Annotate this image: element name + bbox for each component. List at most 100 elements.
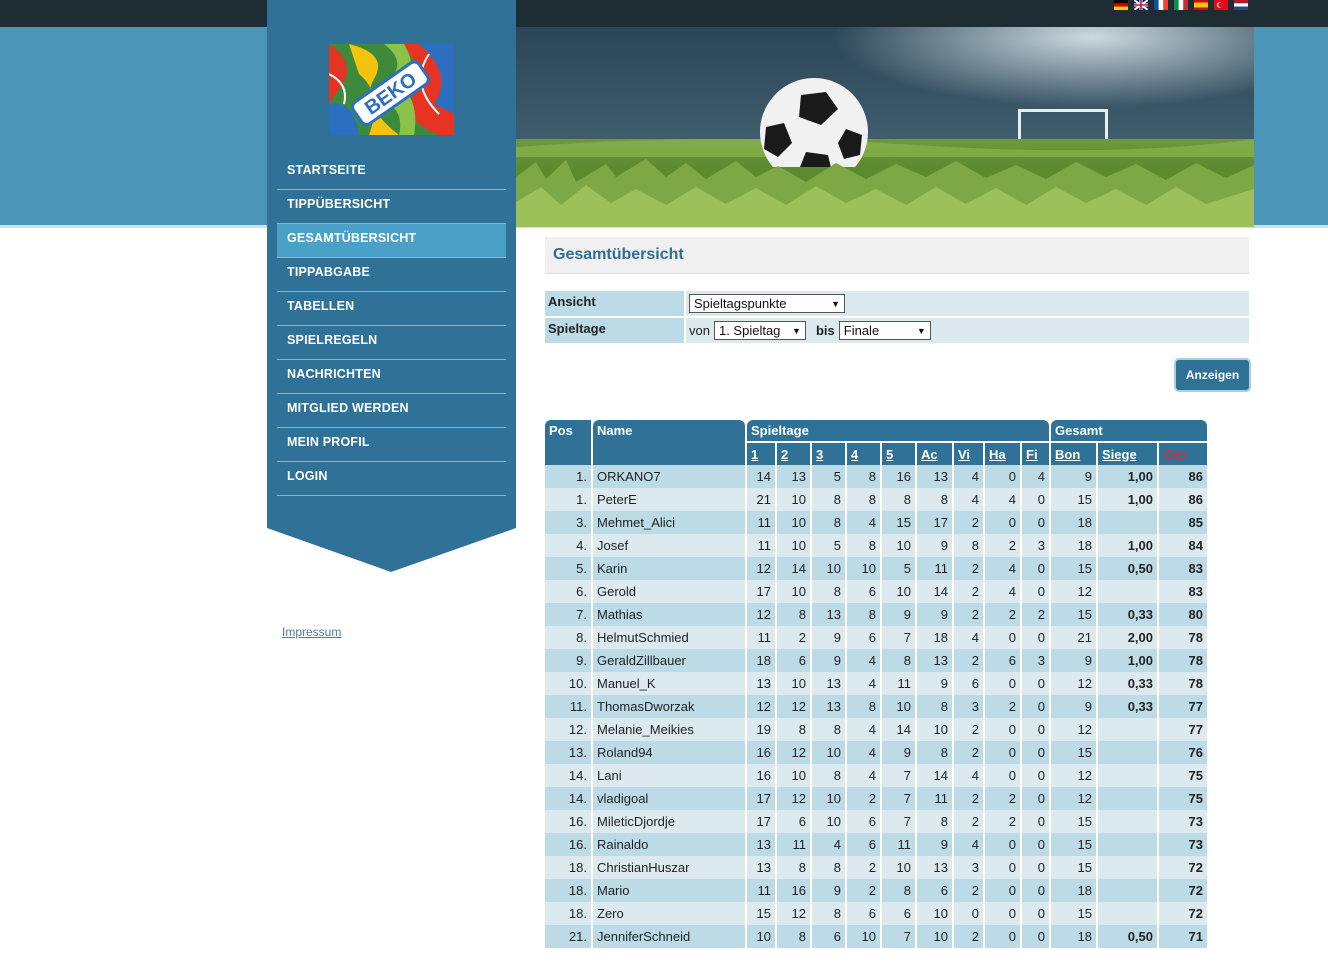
column-header-siege[interactable]: Siege [1098, 441, 1157, 465]
name-cell: Mathias [593, 603, 745, 626]
siege-cell: 0,33 [1098, 695, 1157, 718]
column-header-4[interactable]: 4 [847, 441, 880, 465]
turkish-flag-icon[interactable] [1214, 0, 1228, 10]
name-cell: Lani [593, 764, 745, 787]
column-header-fi[interactable]: Fi [1022, 441, 1049, 465]
matchday-points-cell: 0 [1022, 833, 1049, 856]
nav-item-mein-profil[interactable]: MEIN PROFIL [277, 428, 506, 462]
matchday-points-cell: 0 [985, 626, 1020, 649]
pos-header[interactable]: Pos [545, 420, 591, 465]
name-cell: Mehmet_Alici [593, 511, 745, 534]
matchday-points-cell: 8 [954, 534, 983, 557]
matchday-points-cell: 8 [847, 695, 880, 718]
french-flag-icon[interactable] [1154, 0, 1168, 10]
matchday-points-cell: 0 [985, 741, 1020, 764]
table-row: 18. Mario 11 16 9 2 8 6 2 0 0 18 72 [545, 879, 1207, 902]
column-header-ges[interactable]: Ges [1159, 441, 1207, 465]
von-select[interactable]: 1. Spieltag ▼ [713, 321, 806, 340]
nav-item-gesamtübersicht[interactable]: GESAMTÜBERSICHT [277, 224, 506, 258]
column-header-2[interactable]: 2 [777, 441, 810, 465]
italian-flag-icon[interactable] [1174, 0, 1188, 10]
column-header-ac[interactable]: Ac [917, 441, 952, 465]
pos-cell: 8. [545, 626, 591, 649]
german-flag-icon[interactable] [1114, 0, 1128, 10]
matchday-points-cell: 0 [1022, 764, 1049, 787]
matchday-points-cell: 10 [917, 902, 952, 925]
siege-cell [1098, 879, 1157, 902]
matchday-points-cell: 8 [777, 925, 810, 948]
matchday-points-cell: 8 [917, 695, 952, 718]
matchday-points-cell: 13 [917, 465, 952, 488]
matchday-points-cell: 4 [847, 649, 880, 672]
matchday-points-cell: 11 [917, 787, 952, 810]
table-row: 16. MileticDjordje 17 6 10 6 7 8 2 2 0 15 73 [545, 810, 1207, 833]
matchday-points-cell: 0 [1022, 925, 1049, 948]
nav-item-nachrichten[interactable]: NACHRICHTEN [277, 360, 506, 394]
column-header-vi[interactable]: Vi [954, 441, 983, 465]
siege-cell: 0,33 [1098, 603, 1157, 626]
anzeigen-button[interactable]: Anzeigen [1176, 360, 1249, 390]
matchday-points-cell: 2 [985, 695, 1020, 718]
matchday-points-cell: 12 [747, 695, 775, 718]
bonus-cell: 18 [1051, 925, 1096, 948]
siege-cell [1098, 718, 1157, 741]
bonus-cell: 18 [1051, 534, 1096, 557]
matchday-points-cell: 13 [777, 465, 810, 488]
impressum-link[interactable]: Impressum [282, 625, 341, 639]
matchday-points-cell: 14 [917, 580, 952, 603]
column-header-3[interactable]: 3 [812, 441, 845, 465]
name-cell: Mario [593, 879, 745, 902]
nav-item-tippübersicht[interactable]: TIPPÜBERSICHT [277, 190, 506, 224]
nav-item-startseite[interactable]: STARTSEITE [277, 156, 506, 190]
ansicht-select[interactable]: Spieltagspunkte ▼ [689, 294, 845, 313]
matchday-points-cell: 10 [777, 672, 810, 695]
matchday-points-cell: 0 [1022, 856, 1049, 879]
matchday-points-cell: 17 [747, 810, 775, 833]
matchday-points-cell: 10 [777, 511, 810, 534]
nav-item-tabellen[interactable]: TABELLEN [277, 292, 506, 326]
bis-select[interactable]: Finale ▼ [838, 321, 931, 340]
pos-cell: 14. [545, 787, 591, 810]
column-header-bon[interactable]: Bon [1051, 441, 1096, 465]
matchday-points-cell: 8 [812, 488, 845, 511]
matchday-points-cell: 10 [812, 787, 845, 810]
dutch-flag-icon[interactable] [1234, 0, 1248, 10]
matchday-points-cell: 2 [847, 879, 880, 902]
pos-cell: 14. [545, 764, 591, 787]
spieltage-label: Spieltage [545, 318, 684, 343]
name-cell: Josef [593, 534, 745, 557]
site-logo[interactable]: BEKO [329, 44, 454, 135]
matchday-points-cell: 0 [1022, 557, 1049, 580]
matchday-points-cell: 3 [954, 695, 983, 718]
nav-item-tippabgabe[interactable]: TIPPABGABE [277, 258, 506, 292]
table-row: 11. ThomasDworzak 12 12 13 8 10 8 3 2 0 9 0,33 77 [545, 695, 1207, 718]
pos-cell: 16. [545, 833, 591, 856]
matchday-points-cell: 8 [812, 718, 845, 741]
spanish-flag-icon[interactable] [1194, 0, 1208, 10]
column-header-ha[interactable]: Ha [985, 441, 1020, 465]
bonus-cell: 18 [1051, 879, 1096, 902]
matchday-points-cell: 8 [917, 810, 952, 833]
matchday-points-cell: 9 [812, 649, 845, 672]
matchday-points-cell: 2 [954, 879, 983, 902]
name-header[interactable]: Name [593, 420, 745, 465]
matchday-points-cell: 9 [882, 603, 915, 626]
table-row: 18. ChristianHuszar 13 8 8 2 10 13 3 0 0 15 72 [545, 856, 1207, 879]
nav-item-mitglied-werden[interactable]: MITGLIED WERDEN [277, 394, 506, 428]
matchday-points-cell: 9 [917, 603, 952, 626]
name-cell: JenniferSchneid [593, 925, 745, 948]
matchday-points-cell: 8 [917, 488, 952, 511]
matchday-points-cell: 13 [812, 672, 845, 695]
column-header-1[interactable]: 1 [747, 441, 775, 465]
nav-item-login[interactable]: LOGIN [277, 462, 506, 496]
matchday-points-cell: 14 [747, 465, 775, 488]
gesamt-header: Gesamt [1051, 420, 1207, 441]
matchday-points-cell: 8 [812, 856, 845, 879]
uk-flag-icon[interactable] [1134, 0, 1148, 10]
matchday-points-cell: 6 [954, 672, 983, 695]
column-header-5[interactable]: 5 [882, 441, 915, 465]
bonus-cell: 15 [1051, 856, 1096, 879]
matchday-points-cell: 7 [882, 810, 915, 833]
nav-item-spielregeln[interactable]: SPIELREGELN [277, 326, 506, 360]
matchday-points-cell: 8 [777, 718, 810, 741]
